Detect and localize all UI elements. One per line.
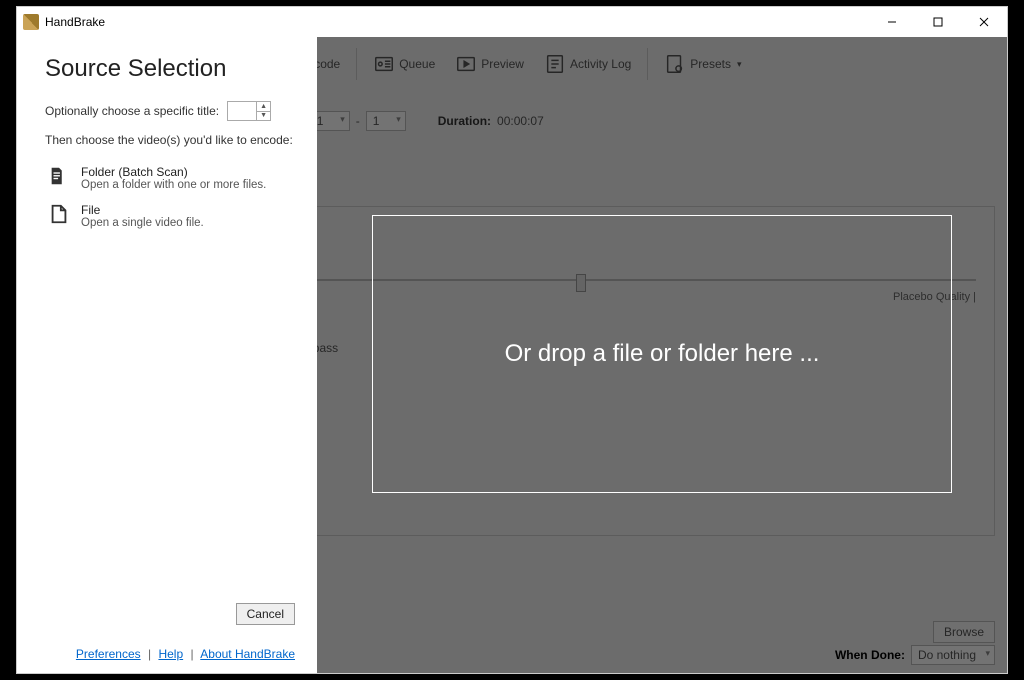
source-selection-panel: Source Selection Optionally choose a spe…	[17, 37, 317, 673]
encode-hint: Then choose the video(s) you'd like to e…	[45, 133, 295, 147]
close-button[interactable]	[961, 7, 1007, 37]
close-icon	[979, 17, 989, 27]
minimize-button[interactable]	[869, 7, 915, 37]
file-desc: Open a single video file.	[81, 217, 204, 229]
footer-links: Preferences | Help | About HandBrake	[45, 641, 295, 661]
help-link[interactable]: Help	[158, 647, 183, 661]
folder-icon	[48, 165, 70, 187]
spinner-down-icon[interactable]: ▼	[257, 112, 270, 121]
drop-zone-text: Or drop a file or folder here ...	[505, 340, 820, 368]
app-icon	[23, 14, 39, 30]
file-icon	[48, 203, 70, 225]
preferences-link[interactable]: Preferences	[76, 647, 141, 661]
folder-desc: Open a folder with one or more files.	[81, 179, 266, 191]
window-buttons	[869, 7, 1007, 37]
source-option-file[interactable]: File Open a single video file.	[45, 197, 295, 235]
drop-zone[interactable]: Or drop a file or folder here ...	[372, 215, 952, 493]
maximize-icon	[933, 17, 943, 27]
source-selection-heading: Source Selection	[45, 55, 295, 83]
app-title: HandBrake	[45, 15, 105, 29]
maximize-button[interactable]	[915, 7, 961, 37]
about-link[interactable]: About HandBrake	[200, 647, 295, 661]
folder-title: Folder (Batch Scan)	[81, 165, 266, 179]
titlebar: HandBrake	[17, 7, 1007, 37]
file-title: File	[81, 203, 204, 217]
title-hint-row: Optionally choose a specific title: ▲▼	[45, 101, 295, 121]
source-option-folder[interactable]: Folder (Batch Scan) Open a folder with o…	[45, 159, 295, 197]
title-spinner[interactable]: ▲▼	[227, 101, 271, 121]
app-window: HandBrake Open Source Add to Queue Start…	[16, 6, 1008, 674]
spinner-up-icon[interactable]: ▲	[257, 102, 270, 112]
cancel-button[interactable]: Cancel	[236, 603, 295, 625]
title-hint: Optionally choose a specific title:	[45, 104, 219, 118]
minimize-icon	[887, 17, 897, 27]
